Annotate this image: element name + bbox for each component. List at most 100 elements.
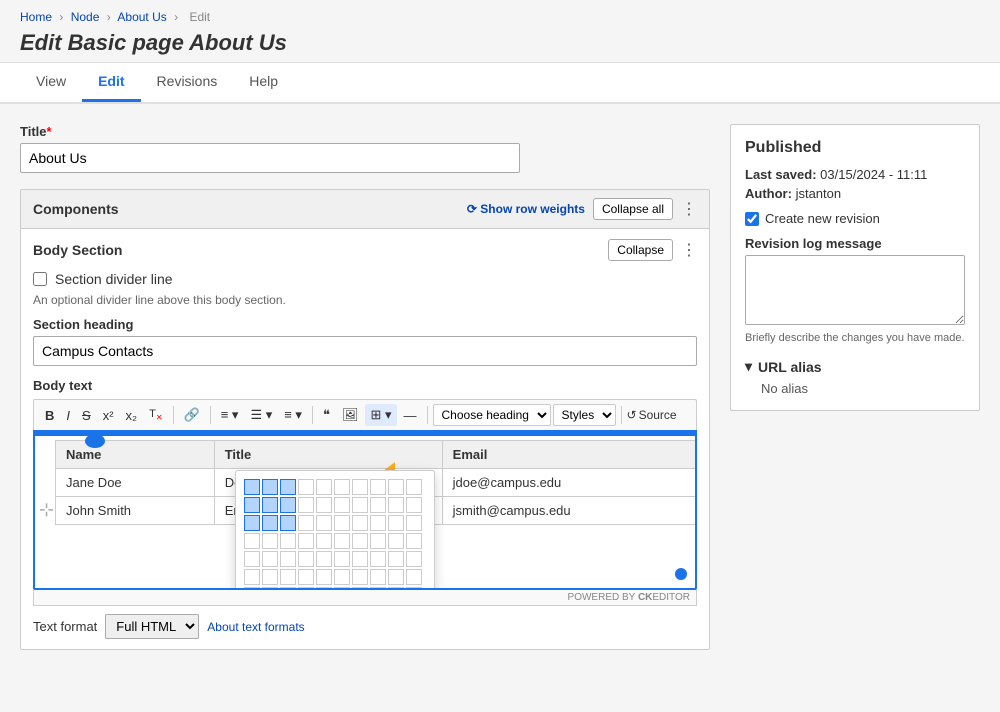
- toolbar-table[interactable]: ⊞ ▾: [365, 404, 396, 426]
- picker-cell[interactable]: [352, 569, 368, 585]
- url-alias-header[interactable]: ▾ URL alias: [745, 358, 965, 375]
- picker-cell[interactable]: [244, 533, 260, 549]
- picker-cell[interactable]: [406, 515, 422, 531]
- picker-cell[interactable]: [388, 497, 404, 513]
- picker-cell[interactable]: [370, 479, 386, 495]
- picker-cell[interactable]: [370, 569, 386, 585]
- picker-cell[interactable]: [280, 479, 296, 495]
- picker-cell[interactable]: [316, 569, 332, 585]
- collapse-all-button[interactable]: Collapse all: [593, 198, 673, 220]
- picker-cell[interactable]: [334, 569, 350, 585]
- picker-cell[interactable]: [334, 533, 350, 549]
- picker-cell[interactable]: [370, 497, 386, 513]
- table-cell-name-2[interactable]: John Smith: [56, 497, 215, 525]
- tab-edit[interactable]: Edit: [82, 63, 140, 102]
- breadcrumb-about[interactable]: About Us: [117, 10, 166, 24]
- picker-cell[interactable]: [262, 551, 278, 567]
- table-cell-name-1[interactable]: Jane Doe: [56, 469, 215, 497]
- picker-cell[interactable]: [316, 497, 332, 513]
- picker-cell[interactable]: [280, 497, 296, 513]
- show-row-weights-link[interactable]: ⟳ Show row weights: [467, 202, 585, 216]
- picker-cell[interactable]: [316, 515, 332, 531]
- picker-cell[interactable]: [334, 479, 350, 495]
- toolbar-bold[interactable]: B: [40, 405, 59, 426]
- picker-cell[interactable]: [388, 569, 404, 585]
- body-section-menu-button[interactable]: ⋮: [681, 240, 697, 260]
- picker-cell[interactable]: [298, 497, 314, 513]
- table-picker-grid[interactable]: [244, 479, 426, 590]
- toolbar-strikethrough[interactable]: S: [77, 405, 96, 426]
- toolbar-subscript[interactable]: x₂: [121, 405, 143, 426]
- toolbar-image[interactable]: 🖼: [337, 404, 364, 426]
- picker-cell[interactable]: [370, 533, 386, 549]
- toolbar-ordered-list[interactable]: ≡ ▾: [279, 404, 307, 426]
- picker-cell[interactable]: [370, 515, 386, 531]
- picker-cell[interactable]: [406, 479, 422, 495]
- picker-cell[interactable]: [280, 551, 296, 567]
- picker-cell[interactable]: [388, 587, 404, 590]
- toolbar-align[interactable]: ≡ ▾: [216, 404, 244, 426]
- toolbar-blockquote[interactable]: ❝: [318, 404, 335, 426]
- picker-cell[interactable]: [316, 479, 332, 495]
- picker-cell[interactable]: [244, 551, 260, 567]
- drag-handle[interactable]: ⊹: [39, 500, 54, 521]
- resize-handle-dot[interactable]: [85, 434, 105, 448]
- picker-cell[interactable]: [370, 551, 386, 567]
- picker-cell[interactable]: [298, 533, 314, 549]
- picker-cell[interactable]: [280, 533, 296, 549]
- picker-cell[interactable]: [262, 569, 278, 585]
- picker-cell[interactable]: [262, 533, 278, 549]
- picker-cell[interactable]: [334, 515, 350, 531]
- picker-cell[interactable]: [244, 587, 260, 590]
- picker-cell[interactable]: [244, 515, 260, 531]
- picker-cell[interactable]: [262, 497, 278, 513]
- picker-cell[interactable]: [406, 533, 422, 549]
- picker-cell[interactable]: [334, 497, 350, 513]
- picker-cell[interactable]: [334, 587, 350, 590]
- picker-cell[interactable]: [334, 551, 350, 567]
- section-heading-input[interactable]: [33, 336, 697, 366]
- picker-cell[interactable]: [316, 533, 332, 549]
- picker-cell[interactable]: [298, 551, 314, 567]
- picker-cell[interactable]: [298, 569, 314, 585]
- picker-cell[interactable]: [280, 587, 296, 590]
- about-text-formats-link[interactable]: About text formats: [207, 620, 304, 634]
- picker-cell[interactable]: [316, 587, 332, 590]
- bottom-resize-dot[interactable]: [675, 568, 687, 580]
- picker-cell[interactable]: [370, 587, 386, 590]
- picker-cell[interactable]: [298, 479, 314, 495]
- create-revision-checkbox[interactable]: [745, 212, 759, 226]
- picker-cell[interactable]: [316, 551, 332, 567]
- picker-cell[interactable]: [388, 479, 404, 495]
- picker-cell[interactable]: [352, 551, 368, 567]
- components-menu-button[interactable]: ⋮: [681, 199, 697, 219]
- toolbar-unordered-list[interactable]: ☰ ▾: [245, 404, 277, 426]
- toolbar-superscript[interactable]: x²: [98, 405, 119, 426]
- toolbar-styles-select[interactable]: Styles: [553, 404, 616, 426]
- tab-view[interactable]: View: [20, 63, 82, 102]
- tab-revisions[interactable]: Revisions: [141, 63, 234, 102]
- section-divider-checkbox[interactable]: [33, 272, 47, 286]
- picker-cell[interactable]: [262, 587, 278, 590]
- picker-cell[interactable]: [280, 515, 296, 531]
- text-format-select[interactable]: Full HTML: [105, 614, 199, 639]
- table-cell-email-2[interactable]: jsmith@campus.edu: [442, 497, 697, 525]
- picker-cell[interactable]: [352, 479, 368, 495]
- editor-area[interactable]: ⊹ Name Title Email: [33, 430, 697, 590]
- picker-cell[interactable]: [352, 587, 368, 590]
- toolbar-source[interactable]: ↺ Source: [627, 408, 677, 422]
- table-cell-email-1[interactable]: jdoe@campus.edu: [442, 469, 697, 497]
- picker-cell[interactable]: [388, 515, 404, 531]
- picker-cell[interactable]: [262, 479, 278, 495]
- picker-cell[interactable]: [244, 479, 260, 495]
- picker-cell[interactable]: [406, 497, 422, 513]
- picker-cell[interactable]: [298, 587, 314, 590]
- breadcrumb-home[interactable]: Home: [20, 10, 52, 24]
- toolbar-hr[interactable]: —: [399, 405, 422, 426]
- picker-cell[interactable]: [244, 569, 260, 585]
- toolbar-removeformat[interactable]: T✕: [144, 405, 167, 425]
- picker-cell[interactable]: [244, 497, 260, 513]
- picker-cell[interactable]: [406, 587, 422, 590]
- toolbar-heading-select[interactable]: Choose heading: [433, 404, 551, 426]
- picker-cell[interactable]: [352, 497, 368, 513]
